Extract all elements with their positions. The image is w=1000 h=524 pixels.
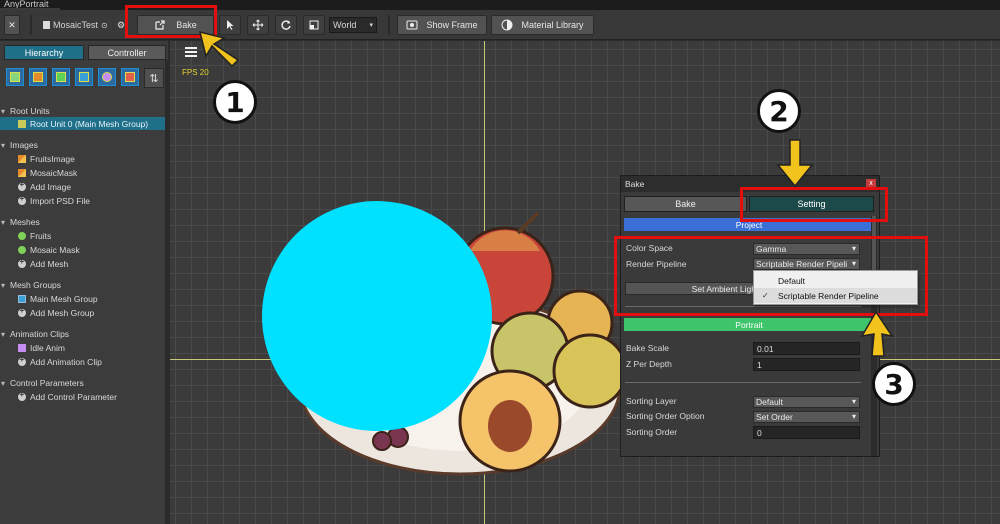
arrow-to-setting xyxy=(776,139,814,188)
step-badge-2: 2 xyxy=(757,89,801,133)
annotation-arrows xyxy=(198,30,894,357)
step-badge-1: 1 xyxy=(213,80,257,124)
step-badge-3: 3 xyxy=(872,362,916,406)
arrow-to-bake xyxy=(198,30,240,68)
arrow-to-pipeline xyxy=(860,310,894,357)
